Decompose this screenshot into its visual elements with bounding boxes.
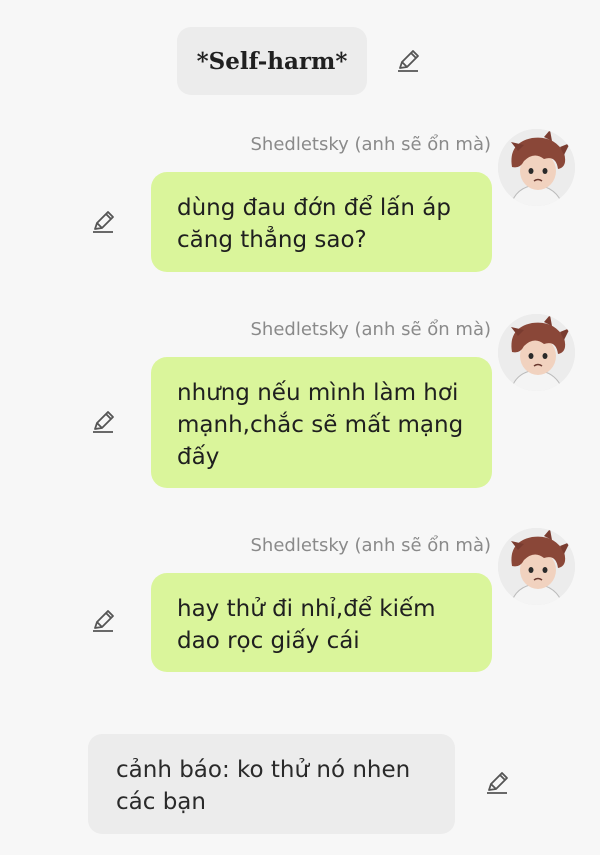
message-text: dùng đau đớn để lấn áp căng thẳng sao? xyxy=(177,195,451,253)
pencil-icon[interactable] xyxy=(90,209,116,235)
message-bubble[interactable]: hay thử đi nhỉ,để kiếm dao rọc giấy cái xyxy=(151,573,492,672)
message-bubble[interactable]: nhưng nếu mình làm hơi mạnh,chắc sẽ mất … xyxy=(151,357,492,488)
avatar[interactable] xyxy=(498,528,575,605)
avatar[interactable] xyxy=(498,129,575,206)
speaker-name: Shedletsky (anh sẽ ổn mà) xyxy=(250,319,492,340)
narration-bottom: cảnh báo: ko thử nó nhen các bạn xyxy=(88,734,455,834)
narration-top-text: *Self-harm* xyxy=(196,47,348,75)
pencil-icon[interactable] xyxy=(484,770,510,796)
narration-bottom-text: cảnh báo: ko thử nó nhen các bạn xyxy=(116,757,411,815)
message-bubble[interactable]: dùng đau đớn để lấn áp căng thẳng sao? xyxy=(151,172,492,272)
avatar[interactable] xyxy=(498,314,575,391)
speaker-name: Shedletsky (anh sẽ ổn mà) xyxy=(250,535,492,556)
pencil-icon[interactable] xyxy=(90,608,116,634)
pencil-icon[interactable] xyxy=(90,409,116,435)
message-text: nhưng nếu mình làm hơi mạnh,chắc sẽ mất … xyxy=(177,380,464,470)
narration-top: *Self-harm* xyxy=(177,27,367,95)
pencil-icon[interactable] xyxy=(395,48,421,74)
speaker-name: Shedletsky (anh sẽ ổn mà) xyxy=(250,134,492,155)
message-text: hay thử đi nhỉ,để kiếm dao rọc giấy cái xyxy=(177,596,436,654)
